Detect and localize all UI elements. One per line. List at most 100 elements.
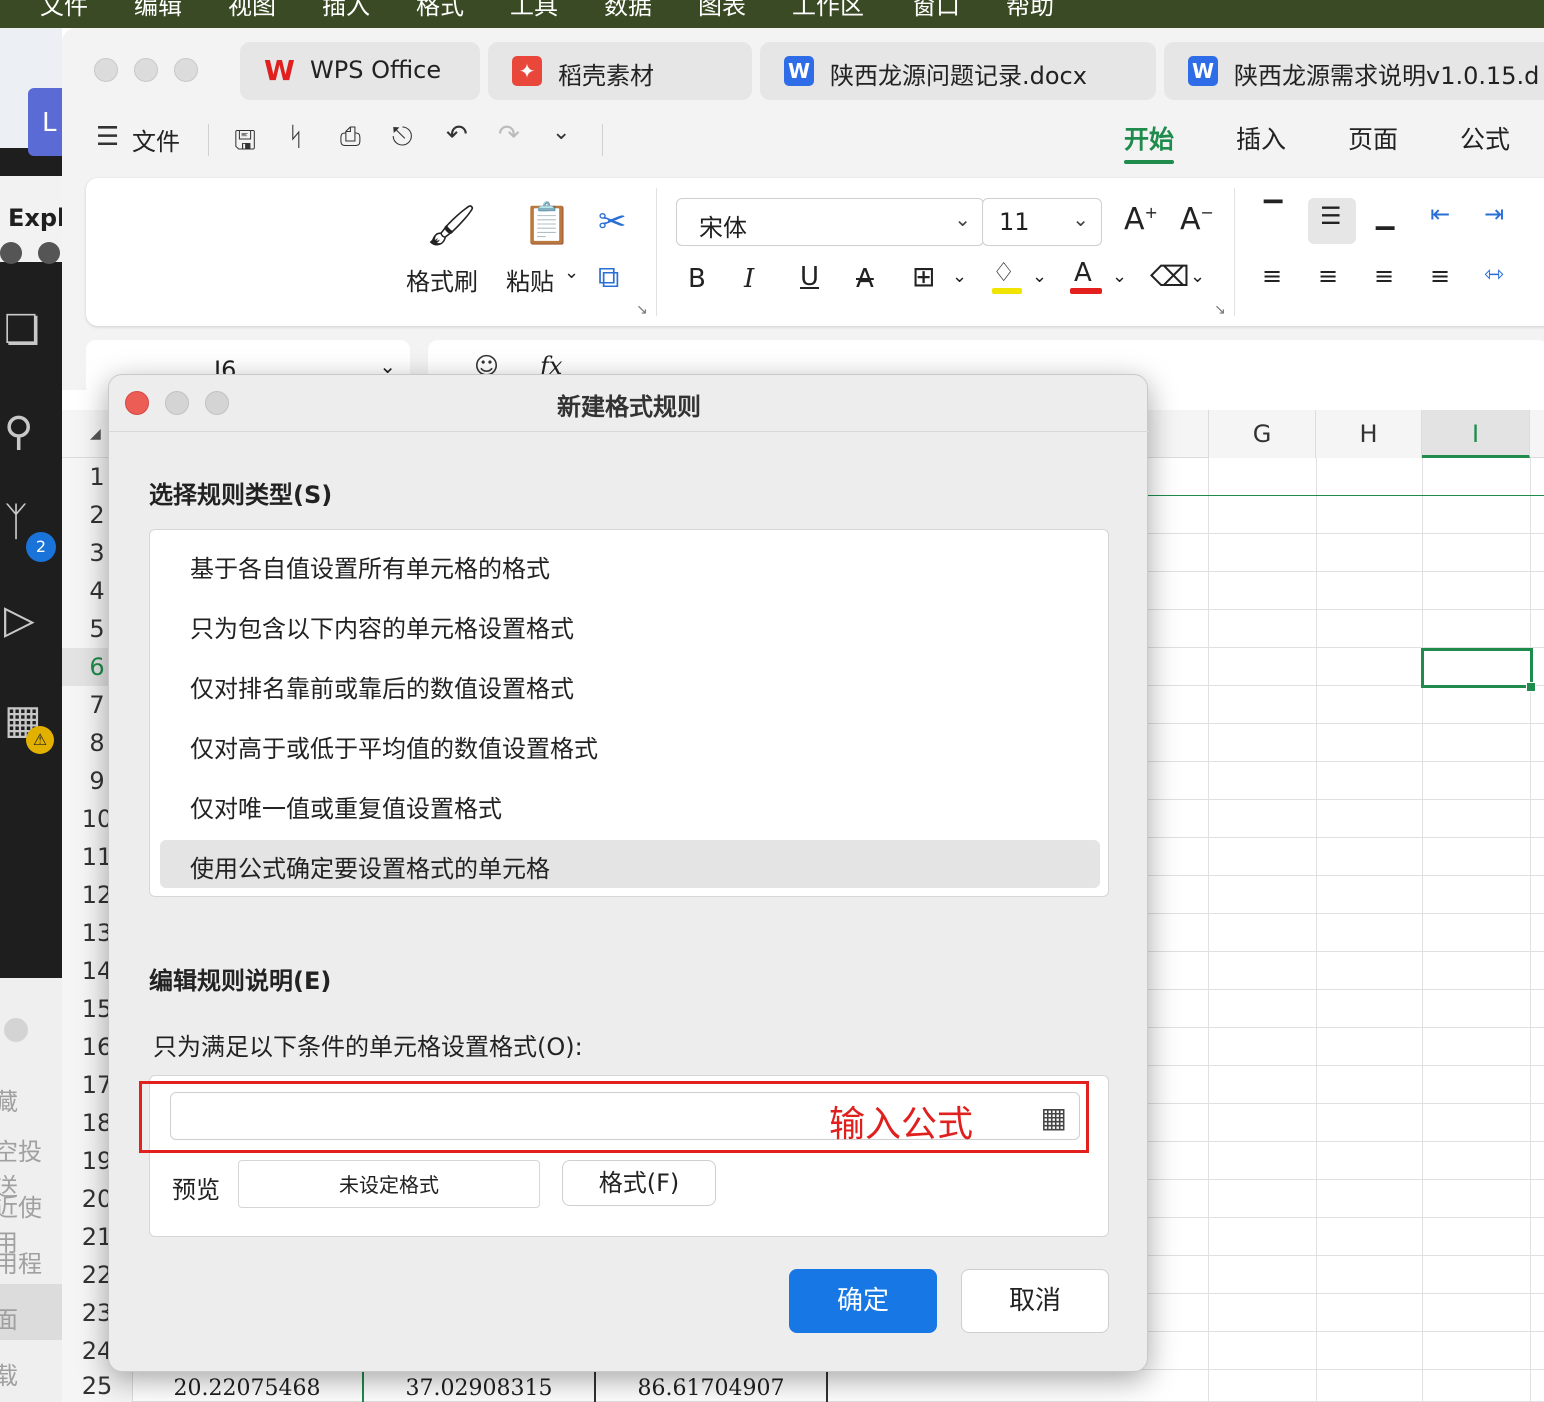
cell-c25[interactable]: 86.61704907	[596, 1370, 828, 1402]
menu-window[interactable]: 窗口	[912, 0, 960, 21]
word-doc-icon: W	[784, 56, 814, 86]
align-left-icon[interactable]: ≡	[1262, 262, 1282, 290]
edit-rule-heading: 编辑规则说明(E)	[149, 967, 332, 995]
bold-button[interactable]: B	[688, 264, 706, 294]
rule-type-item-selected[interactable]: 使用公式确定要设置格式的单元格	[160, 840, 1100, 888]
column-header-i[interactable]: I	[1422, 410, 1530, 458]
rule-type-item[interactable]: 仅对唯一值或重复值设置格式	[160, 780, 1100, 828]
menu-edit[interactable]: 编辑	[134, 0, 182, 21]
rule-type-item[interactable]: 基于各自值设置所有单元格的格式	[160, 540, 1100, 588]
decrease-indent-icon[interactable]: ⇤	[1430, 200, 1450, 228]
tab-wps-office[interactable]: W WPS Office	[240, 42, 480, 100]
tab-doc-issues[interactable]: W 陕西龙源问题记录.docx	[760, 42, 1156, 100]
print-icon[interactable]: ⎙	[340, 122, 361, 153]
menu-chart[interactable]: 图表	[698, 0, 746, 21]
rule-type-list: 基于各自值设置所有单元格的格式 只为包含以下内容的单元格设置格式 仅对排名靠前或…	[149, 529, 1109, 897]
window-close-button[interactable]	[94, 58, 118, 82]
cut-icon[interactable]: ✂	[598, 202, 627, 242]
menu-icon[interactable]: ☰	[96, 122, 119, 152]
window-minimize-button[interactable]	[134, 58, 158, 82]
menu-view[interactable]: 视图	[228, 0, 276, 21]
new-format-rule-dialog: 新建格式规则 选择规则类型(S) 基于各自值设置所有单元格的格式 只为包含以下内…	[108, 374, 1149, 1372]
increase-font-icon[interactable]: A+	[1124, 202, 1158, 237]
tab-page[interactable]: 页面	[1348, 120, 1398, 156]
column-header-g[interactable]: G	[1208, 410, 1316, 458]
finder-fragment: 藏	[0, 1088, 18, 1116]
font-launcher-icon[interactable]: ↘	[1214, 302, 1226, 318]
tab-home[interactable]: 开始	[1124, 120, 1174, 156]
align-right-icon[interactable]: ≡	[1374, 262, 1394, 290]
tab-doc-requirements[interactable]: W 陕西龙源需求说明v1.0.15.d	[1164, 42, 1544, 100]
menu-file[interactable]: 文件	[40, 0, 88, 21]
rule-type-item[interactable]: 仅对排名靠前或靠后的数值设置格式	[160, 660, 1100, 708]
search-icon[interactable]: ⚲	[4, 412, 33, 452]
menu-data[interactable]: 数据	[604, 0, 652, 21]
distributed-align-icon[interactable]: ⇿	[1484, 260, 1504, 288]
font-name-select[interactable]: 宋体 ⌄	[676, 198, 984, 246]
select-all-icon[interactable]: ◢	[90, 426, 101, 442]
align-center-icon[interactable]: ≡	[1318, 262, 1338, 290]
format-button[interactable]: 格式(F)	[562, 1160, 716, 1206]
print-preview-icon[interactable]: ⎋	[392, 122, 413, 153]
tab-formula[interactable]: 公式	[1460, 120, 1510, 156]
files-icon[interactable]: ❏	[4, 310, 40, 350]
menu-tools[interactable]: 工具	[510, 0, 558, 21]
chevron-down-icon[interactable]: ⌄	[1112, 266, 1127, 287]
menu-format[interactable]: 格式	[416, 0, 464, 21]
column-header-h[interactable]: H	[1316, 410, 1422, 458]
italic-button[interactable]: I	[744, 264, 754, 294]
fill-handle[interactable]	[1526, 682, 1536, 692]
align-middle-icon[interactable]: ☰	[1320, 202, 1342, 230]
increase-indent-icon[interactable]: ⇥	[1484, 200, 1504, 228]
window-zoom-button[interactable]	[174, 58, 198, 82]
export-pdf-icon[interactable]: ᛋ	[288, 122, 304, 152]
docer-icon: ✦	[512, 56, 542, 86]
menu-workspace[interactable]: 工作区	[792, 0, 864, 21]
tab-docer[interactable]: ✦ 稻壳素材	[488, 42, 752, 100]
font-color-button[interactable]: A	[1074, 258, 1092, 288]
decrease-font-icon[interactable]: A−	[1180, 202, 1214, 237]
paste-button[interactable]: 粘贴	[506, 262, 554, 297]
chevron-down-icon[interactable]: ⌄	[1032, 266, 1047, 287]
more-chevron-icon[interactable]: ⌄	[552, 120, 570, 145]
menu-help[interactable]: 帮助	[1006, 0, 1054, 21]
cell-b25[interactable]: 37.02908315	[364, 1370, 596, 1402]
tab-insert[interactable]: 插入	[1236, 120, 1286, 156]
fill-color-icon[interactable]: ♢	[992, 258, 1015, 288]
border-icon[interactable]: ⊞	[912, 260, 935, 293]
ok-button[interactable]: 确定	[789, 1269, 937, 1333]
menu-insert[interactable]: 插入	[322, 0, 370, 21]
rule-type-item[interactable]: 仅对高于或低于平均值的数值设置格式	[160, 720, 1100, 768]
align-bottom-icon[interactable]: ▁	[1376, 202, 1394, 230]
copy-icon[interactable]: ⧉	[598, 260, 619, 295]
font-size-select[interactable]: 11 ⌄	[982, 198, 1102, 246]
rule-type-item[interactable]: 只为包含以下内容的单元格设置格式	[160, 600, 1100, 648]
redo-icon[interactable]: ↷	[498, 120, 520, 150]
paste-icon[interactable]: 📋	[522, 200, 572, 247]
undo-icon[interactable]: ↶	[446, 120, 468, 150]
format-painter-button[interactable]: 格式刷	[406, 262, 478, 297]
preview-label: 预览	[172, 1176, 220, 1204]
chevron-down-icon[interactable]: ⌄	[1190, 266, 1205, 287]
chevron-down-icon[interactable]: ⌄	[952, 266, 967, 287]
wps-logo-icon: W	[264, 54, 295, 87]
source-control-icon[interactable]: ᛉ	[4, 502, 28, 542]
run-debug-icon[interactable]: ▷	[4, 600, 35, 640]
strikethrough-button[interactable]: A	[856, 264, 874, 294]
cancel-button[interactable]: 取消	[961, 1269, 1109, 1333]
grid-col-line	[1208, 458, 1209, 1402]
align-top-icon[interactable]: ▔	[1264, 200, 1282, 228]
underline-button[interactable]: U	[800, 262, 819, 292]
file-menu-button[interactable]: 文件	[132, 122, 180, 157]
justify-icon[interactable]: ≡	[1430, 262, 1450, 290]
save-icon[interactable]: 🖫	[234, 122, 256, 166]
eraser-icon[interactable]: ⌫	[1150, 260, 1190, 293]
chevron-down-icon: ⌄	[1072, 207, 1089, 231]
selected-cell[interactable]	[1421, 648, 1533, 688]
format-painter-icon[interactable]: 🖌	[426, 202, 477, 249]
row-header[interactable]: 25	[62, 1370, 132, 1402]
cell-a25[interactable]: 20.22075468	[132, 1370, 364, 1402]
chevron-down-icon: ⌄	[954, 207, 971, 231]
paste-dropdown-icon[interactable]: ⌄	[564, 262, 579, 283]
clipboard-launcher-icon[interactable]: ↘	[636, 302, 648, 318]
